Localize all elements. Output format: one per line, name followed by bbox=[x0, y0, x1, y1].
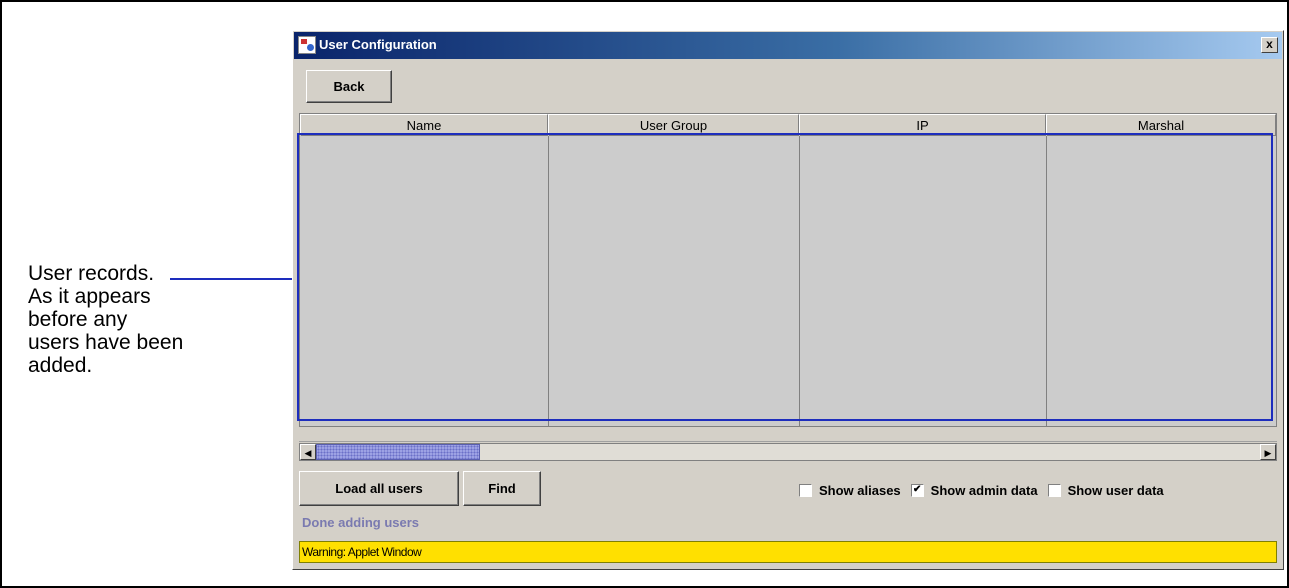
show-aliases-option[interactable]: Show aliases bbox=[798, 483, 901, 498]
find-button[interactable]: Find bbox=[463, 471, 541, 506]
column-divider bbox=[1046, 136, 1047, 426]
show-admin-data-option[interactable]: ✔ Show admin data bbox=[909, 483, 1038, 498]
back-button[interactable]: Back bbox=[306, 70, 392, 103]
horizontal-scrollbar[interactable]: ◀ ▶ bbox=[299, 443, 1277, 461]
column-divider bbox=[799, 136, 800, 426]
table-header: Name User Group IP Marshal bbox=[300, 114, 1276, 136]
column-header-user-group[interactable]: User Group bbox=[548, 114, 799, 136]
column-divider bbox=[548, 136, 549, 426]
window-title: User Configuration bbox=[319, 37, 437, 52]
applet-warning-bar: Warning: Applet Window bbox=[299, 541, 1277, 563]
show-aliases-label: Show aliases bbox=[819, 483, 901, 498]
column-header-name[interactable]: Name bbox=[300, 114, 548, 136]
load-all-users-button[interactable]: Load all users bbox=[299, 471, 459, 506]
show-user-data-label: Show user data bbox=[1067, 483, 1164, 498]
display-options: Show aliases ✔ Show admin data Show user… bbox=[798, 483, 1164, 498]
column-header-marshal[interactable]: Marshal bbox=[1046, 114, 1276, 136]
show-user-data-option[interactable]: Show user data bbox=[1046, 483, 1164, 498]
java-app-icon bbox=[298, 36, 316, 54]
column-header-ip[interactable]: IP bbox=[799, 114, 1046, 136]
title-bar[interactable]: User Configuration x bbox=[294, 32, 1282, 59]
scroll-thumb[interactable] bbox=[316, 444, 480, 460]
status-message: Done adding users bbox=[302, 515, 420, 530]
close-button[interactable]: x bbox=[1261, 37, 1278, 53]
user-records-table[interactable]: Name User Group IP Marshal bbox=[299, 113, 1277, 427]
callout-leader-line bbox=[170, 278, 298, 280]
show-aliases-checkbox[interactable] bbox=[798, 483, 813, 498]
scroll-right-icon[interactable]: ▶ bbox=[1260, 444, 1276, 460]
table-footer-strip bbox=[299, 428, 1277, 442]
user-configuration-window: User Configuration x Back Name User Grou… bbox=[292, 30, 1284, 570]
scroll-left-icon[interactable]: ◀ bbox=[300, 444, 316, 460]
show-admin-data-checkbox[interactable]: ✔ bbox=[909, 483, 925, 498]
show-admin-data-label: Show admin data bbox=[930, 483, 1038, 498]
show-user-data-checkbox[interactable] bbox=[1046, 483, 1062, 498]
